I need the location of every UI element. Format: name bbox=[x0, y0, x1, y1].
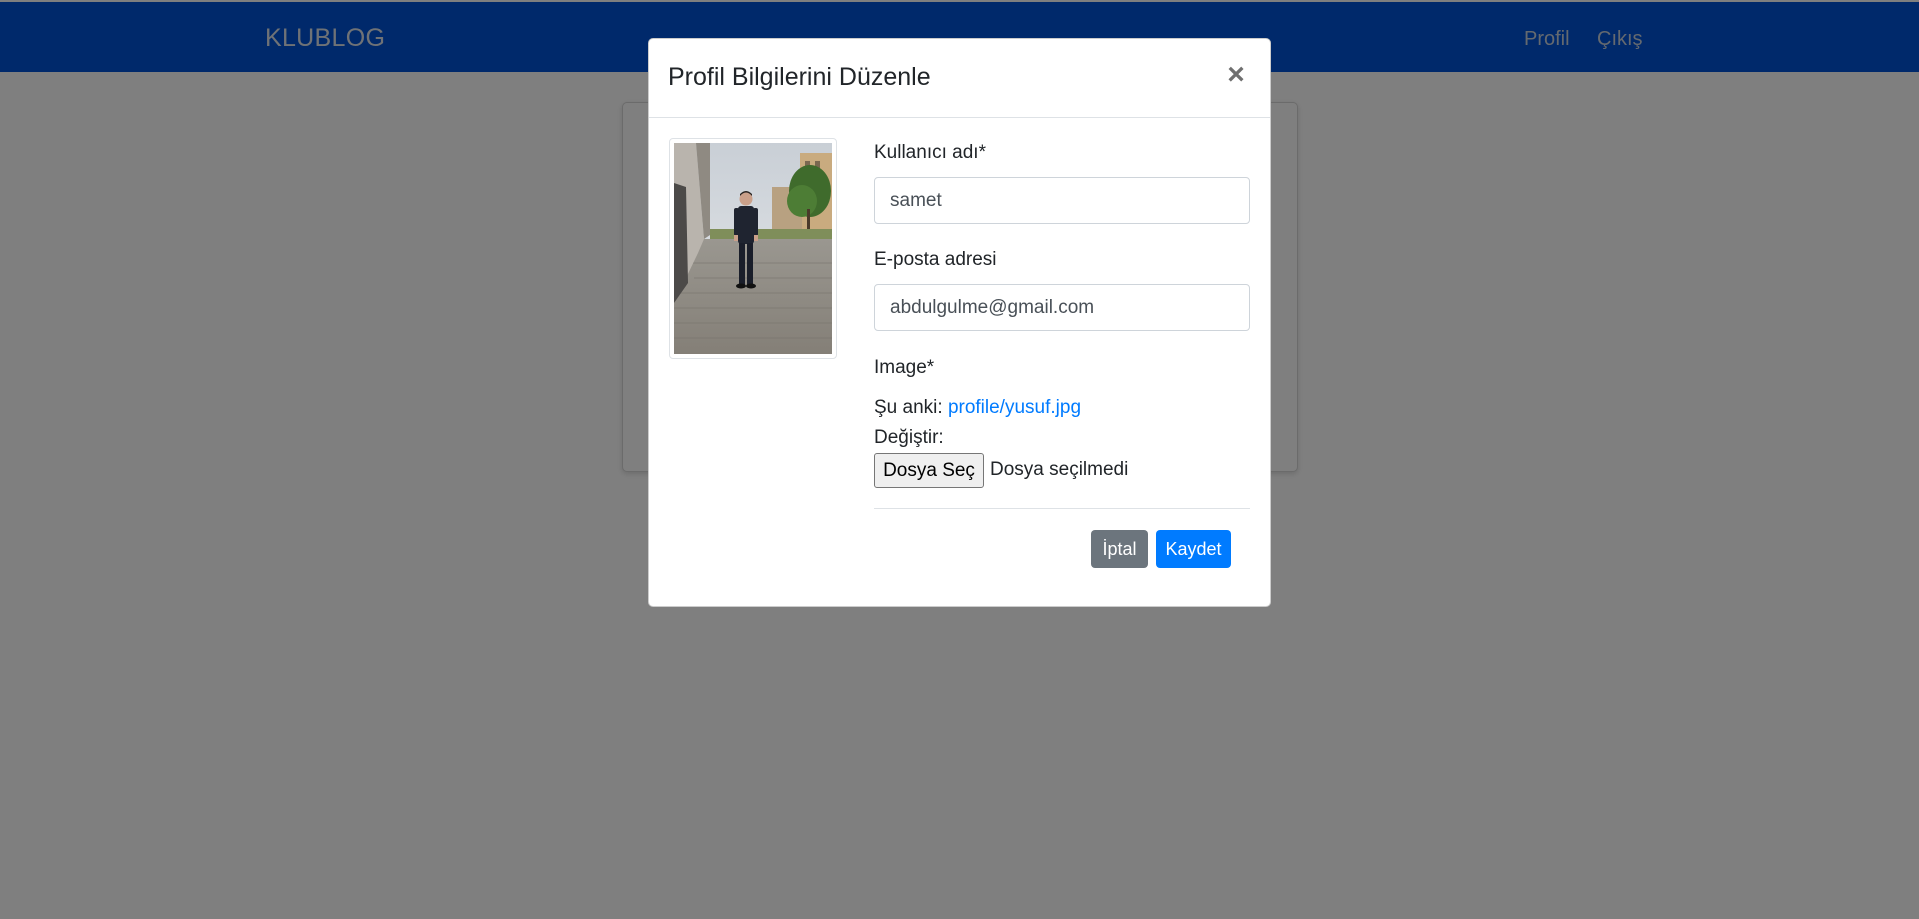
current-image-row: Şu anki: profile/yusuf.jpg bbox=[874, 397, 1081, 419]
modal-header: Profil Bilgilerini Düzenle × bbox=[649, 39, 1270, 118]
change-image-label: Değiştir: bbox=[874, 427, 944, 448]
email-input[interactable] bbox=[874, 284, 1250, 331]
username-label: Kullanıcı adı* bbox=[874, 142, 986, 163]
close-button[interactable]: × bbox=[1222, 58, 1250, 92]
modal-title: Profil Bilgilerini Düzenle bbox=[668, 63, 931, 91]
current-image-prefix: Şu anki: bbox=[874, 397, 943, 418]
edit-profile-modal: Profil Bilgilerini Düzenle × Kullanıcı a… bbox=[648, 38, 1271, 607]
close-icon: × bbox=[1227, 58, 1245, 91]
profile-photo bbox=[669, 138, 837, 359]
cancel-button[interactable]: İptal bbox=[1091, 530, 1148, 568]
file-status-text: Dosya seçilmedi bbox=[990, 459, 1129, 480]
save-button[interactable]: Kaydet bbox=[1156, 530, 1231, 568]
profile-photo-icon bbox=[674, 143, 832, 354]
form-divider bbox=[874, 508, 1250, 509]
current-image-link[interactable]: profile/yusuf.jpg bbox=[948, 397, 1081, 418]
choose-file-button[interactable]: Dosya Seç bbox=[874, 453, 984, 488]
email-label: E-posta adresi bbox=[874, 249, 997, 270]
username-input[interactable] bbox=[874, 177, 1250, 224]
image-label: Image* bbox=[874, 357, 935, 378]
